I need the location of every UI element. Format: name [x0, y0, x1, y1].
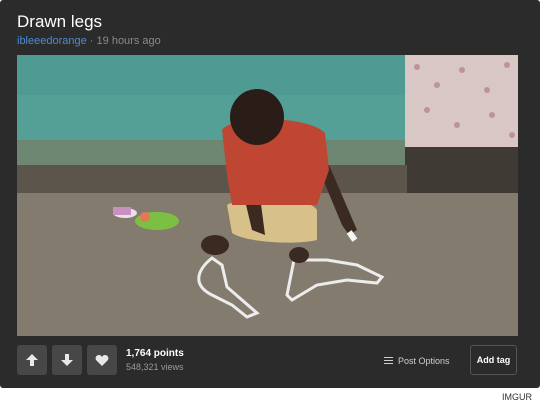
meta-separator: ·	[89, 35, 94, 47]
favorite-button[interactable]	[87, 345, 117, 375]
post-time: 19 hours ago	[96, 35, 161, 47]
post-title: Drawn legs	[17, 12, 103, 31]
post-meta: ibleeedorange · 19 hours ago	[17, 35, 161, 47]
views-count: 548,321 views	[126, 362, 184, 372]
post-options-button[interactable]: Post Options	[384, 355, 450, 366]
heart-icon	[95, 354, 109, 366]
image-credit: IMGUR	[502, 392, 532, 402]
post-card: Drawn legs ibleeedorange · 19 hours ago	[0, 0, 540, 388]
downvote-button[interactable]	[52, 345, 82, 375]
points-count: 1,764 points	[126, 348, 184, 359]
arrow-up-icon	[26, 354, 38, 366]
arrow-down-icon	[61, 354, 73, 366]
menu-icon	[384, 355, 393, 366]
post-image	[17, 55, 518, 336]
upvote-button[interactable]	[17, 345, 47, 375]
username-link[interactable]: ibleeedorange	[17, 35, 87, 47]
post-options-label: Post Options	[398, 355, 450, 366]
post-photo-illustration	[17, 55, 518, 336]
add-tag-button[interactable]: Add tag	[470, 345, 517, 375]
